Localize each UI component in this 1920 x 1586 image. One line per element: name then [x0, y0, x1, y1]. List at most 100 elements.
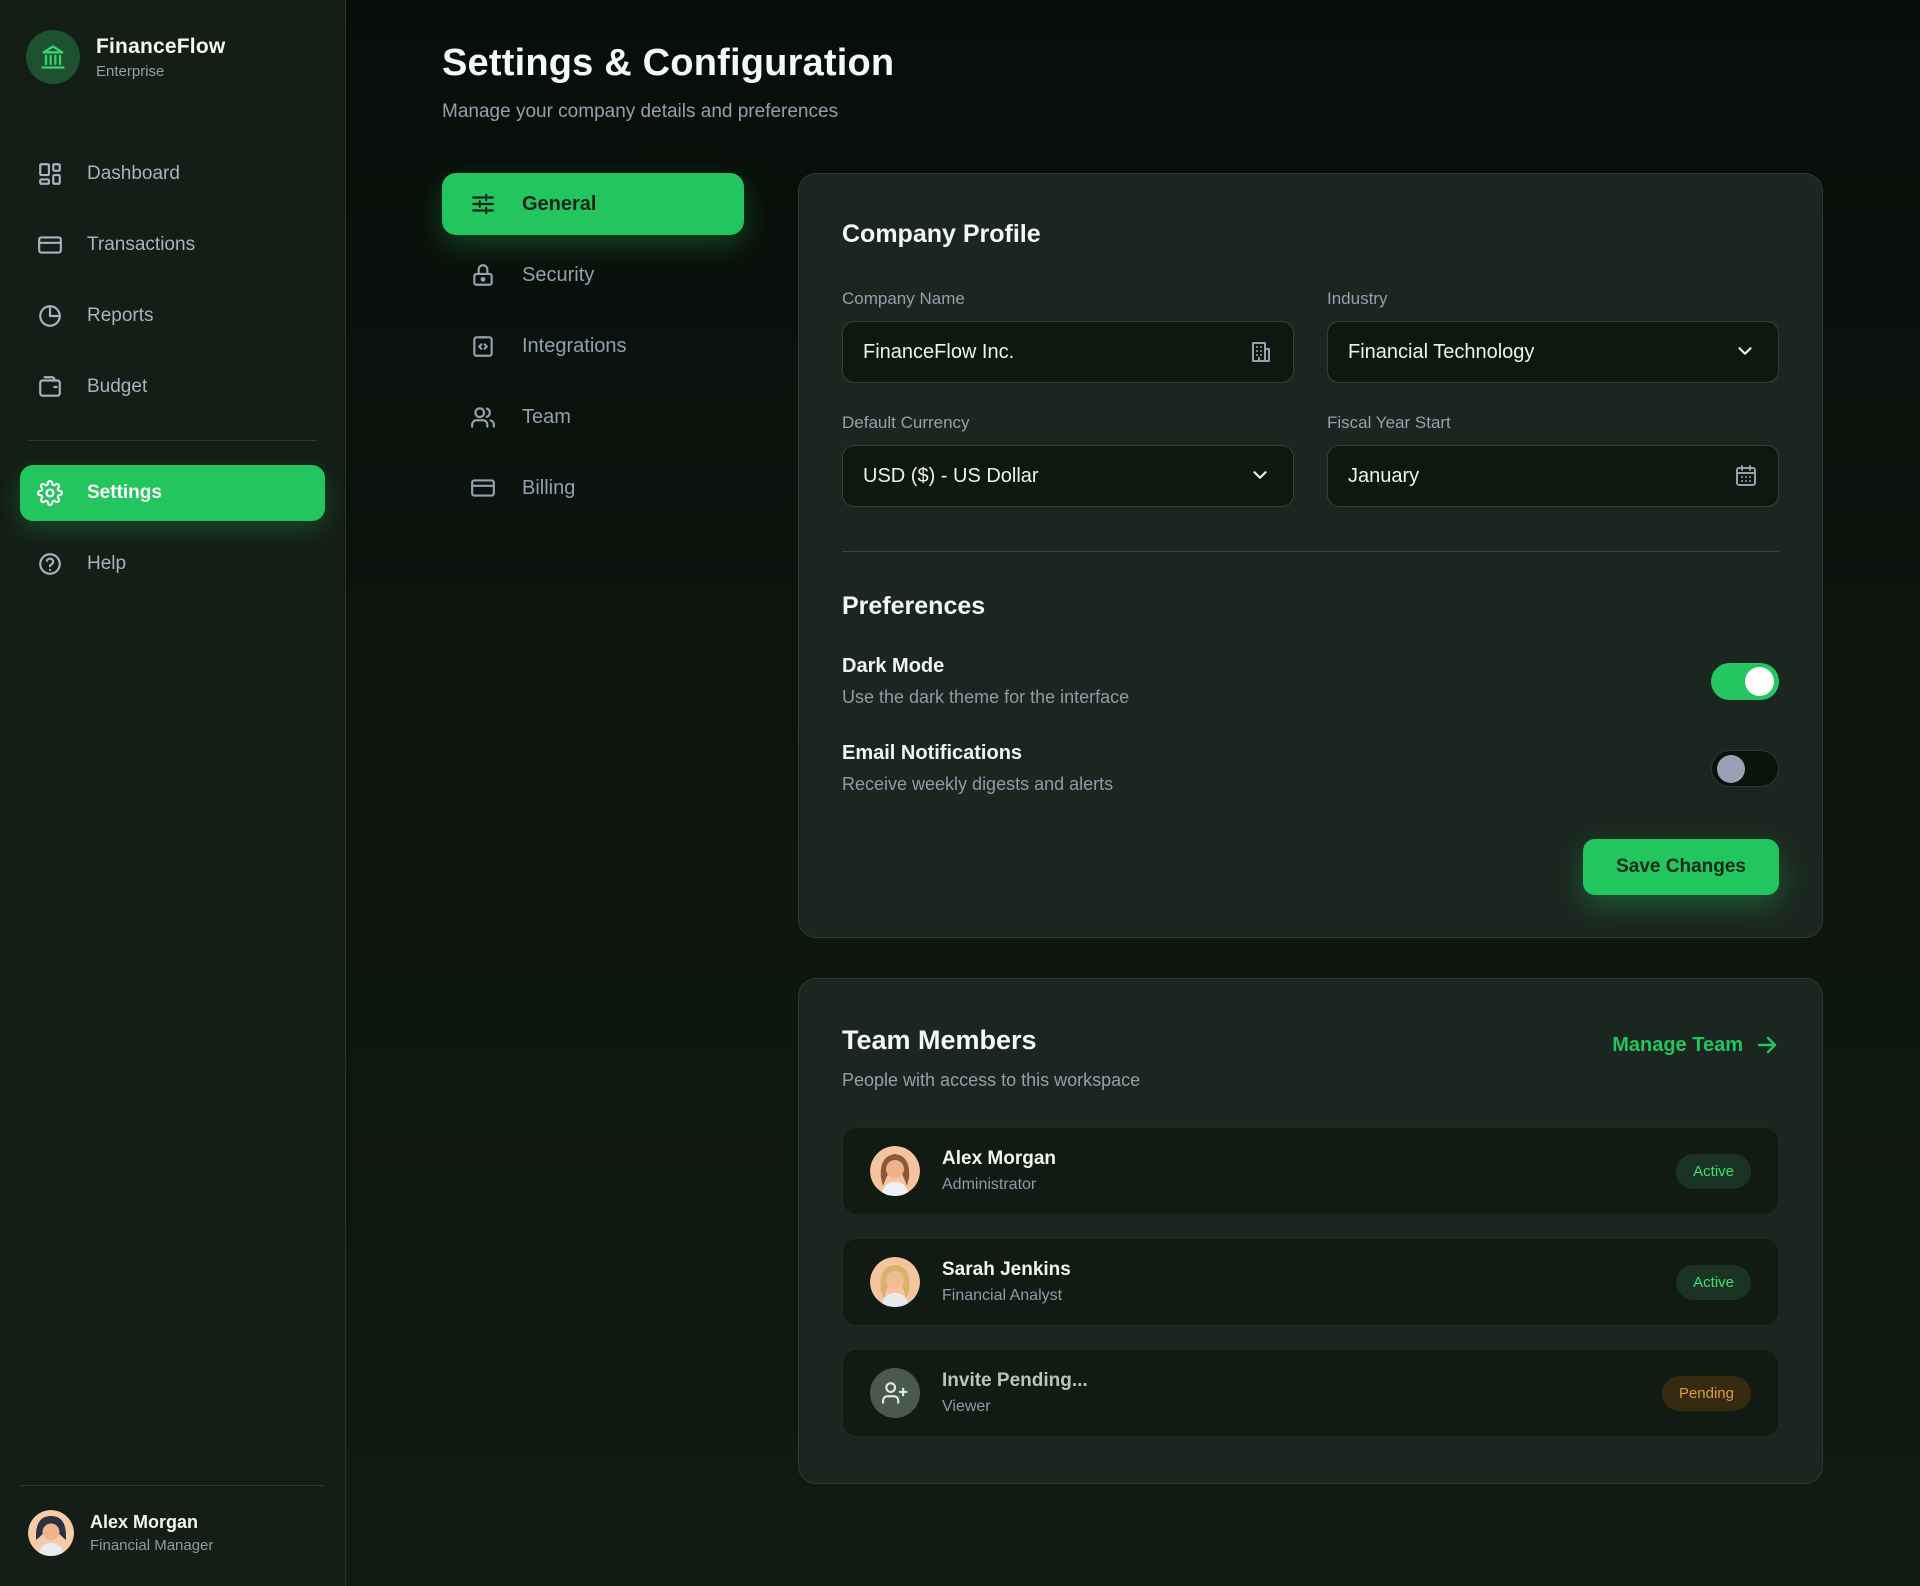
team-subtitle: People with access to this workspace — [842, 1070, 1140, 1091]
user-plus-icon — [870, 1368, 920, 1418]
team-member-row: Alex Morgan Administrator Active — [842, 1127, 1779, 1215]
sidebar-item-budget[interactable]: Budget — [20, 359, 325, 415]
status-badge: Active — [1676, 1265, 1751, 1300]
fiscal-value: January — [1348, 465, 1419, 488]
company-name-input[interactable]: FinanceFlow Inc. — [842, 321, 1294, 383]
company-name-value: FinanceFlow Inc. — [863, 341, 1014, 364]
card-divider — [842, 551, 1779, 552]
user-avatar — [28, 1510, 74, 1556]
dark-mode-toggle[interactable] — [1711, 663, 1779, 700]
dark-mode-label: Dark Mode — [842, 655, 1129, 678]
save-changes-button[interactable]: Save Changes — [1583, 839, 1779, 895]
dark-mode-description: Use the dark theme for the interface — [842, 687, 1129, 708]
arrow-right-icon — [1755, 1033, 1779, 1057]
team-title: Team Members — [842, 1025, 1140, 1056]
calendar-icon — [1734, 464, 1758, 488]
member-role: Viewer — [942, 1398, 1088, 1416]
sliders-icon — [470, 191, 496, 217]
brand-name: FinanceFlow — [96, 35, 225, 59]
tab-billing[interactable]: Billing — [442, 457, 744, 519]
sidebar-item-help[interactable]: Help — [20, 536, 325, 592]
status-badge: Active — [1676, 1154, 1751, 1189]
clipboard-code-icon — [470, 333, 496, 359]
sidebar-item-settings[interactable]: Settings — [20, 465, 325, 521]
fiscal-input[interactable]: January — [1327, 445, 1779, 507]
tab-general[interactable]: General — [442, 173, 744, 235]
sidebar-item-dashboard[interactable]: Dashboard — [20, 146, 325, 202]
sidebar-item-transactions[interactable]: Transactions — [20, 217, 325, 273]
sidebar-item-label: Transactions — [87, 234, 195, 256]
tab-label: General — [522, 193, 596, 216]
tab-integrations[interactable]: Integrations — [442, 315, 744, 377]
member-name: Sarah Jenkins — [942, 1259, 1071, 1281]
pie-chart-icon — [37, 303, 63, 329]
member-avatar — [870, 1257, 920, 1307]
help-circle-icon — [37, 551, 63, 577]
user-role: Financial Manager — [90, 1537, 213, 1554]
chevron-down-icon — [1249, 464, 1273, 488]
company-profile-title: Company Profile — [842, 220, 1779, 249]
brand-tier: Enterprise — [96, 63, 225, 80]
tab-security[interactable]: Security — [442, 244, 744, 306]
users-icon — [470, 404, 496, 430]
lock-icon — [470, 262, 496, 288]
currency-label: Default Currency — [842, 413, 1294, 433]
sidebar-nav: Dashboard Transactions Reports — [20, 146, 325, 607]
company-name-label: Company Name — [842, 289, 1294, 309]
member-name: Alex Morgan — [942, 1148, 1056, 1170]
tab-label: Integrations — [522, 335, 627, 358]
member-role: Financial Analyst — [942, 1287, 1071, 1305]
sidebar-item-label: Help — [87, 553, 126, 575]
industry-label: Industry — [1327, 289, 1779, 309]
tab-label: Billing — [522, 477, 575, 500]
sidebar: FinanceFlow Enterprise Dashboard — [0, 0, 346, 1586]
member-name: Invite Pending... — [942, 1370, 1088, 1392]
sidebar-user-profile[interactable]: Alex Morgan Financial Manager — [20, 1485, 325, 1556]
manage-team-label: Manage Team — [1612, 1034, 1743, 1057]
main-content: Settings & Configuration Manage your com… — [346, 0, 1920, 1586]
dark-mode-row: Dark Mode Use the dark theme for the int… — [842, 655, 1779, 708]
page-subtitle: Manage your company details and preferen… — [442, 101, 1823, 123]
currency-value: USD ($) - US Dollar — [863, 465, 1039, 488]
building-icon — [1249, 340, 1273, 364]
email-notifications-row: Email Notifications Receive weekly diges… — [842, 742, 1779, 795]
email-notifications-toggle[interactable] — [1711, 750, 1779, 787]
sidebar-item-label: Reports — [87, 305, 154, 327]
tab-label: Team — [522, 406, 571, 429]
sidebar-divider — [28, 440, 317, 441]
email-notifications-description: Receive weekly digests and alerts — [842, 774, 1113, 795]
billing-card-icon — [470, 475, 496, 501]
gear-icon — [37, 480, 63, 506]
bank-logo-icon — [26, 30, 80, 84]
team-member-row: Sarah Jenkins Financial Analyst Active — [842, 1238, 1779, 1326]
brand: FinanceFlow Enterprise — [20, 26, 325, 88]
team-member-row: Invite Pending... Viewer Pending — [842, 1349, 1779, 1437]
sidebar-item-label: Budget — [87, 376, 147, 398]
industry-value: Financial Technology — [1348, 341, 1534, 364]
user-name: Alex Morgan — [90, 1512, 213, 1533]
dashboard-icon — [37, 161, 63, 187]
team-member-list: Alex Morgan Administrator Active — [842, 1127, 1779, 1437]
app-root: FinanceFlow Enterprise Dashboard — [0, 0, 1920, 1586]
wallet-icon — [37, 374, 63, 400]
email-notifications-label: Email Notifications — [842, 742, 1113, 765]
manage-team-link[interactable]: Manage Team — [1612, 1033, 1779, 1057]
preferences-title: Preferences — [842, 592, 1779, 621]
credit-card-icon — [37, 232, 63, 258]
settings-tabs: General Security — [442, 173, 744, 528]
currency-select[interactable]: USD ($) - US Dollar — [842, 445, 1294, 507]
company-profile-card: Company Profile Company Name FinanceFlow… — [798, 173, 1823, 938]
fiscal-label: Fiscal Year Start — [1327, 413, 1779, 433]
sidebar-item-label: Settings — [87, 482, 162, 504]
sidebar-item-label: Dashboard — [87, 163, 180, 185]
industry-select[interactable]: Financial Technology — [1327, 321, 1779, 383]
member-avatar — [870, 1146, 920, 1196]
member-role: Administrator — [942, 1176, 1056, 1194]
team-members-card: Team Members People with access to this … — [798, 978, 1823, 1484]
page-title: Settings & Configuration — [442, 42, 1823, 85]
status-badge: Pending — [1662, 1376, 1751, 1411]
tab-label: Security — [522, 264, 594, 287]
chevron-down-icon — [1734, 340, 1758, 364]
sidebar-item-reports[interactable]: Reports — [20, 288, 325, 344]
tab-team[interactable]: Team — [442, 386, 744, 448]
